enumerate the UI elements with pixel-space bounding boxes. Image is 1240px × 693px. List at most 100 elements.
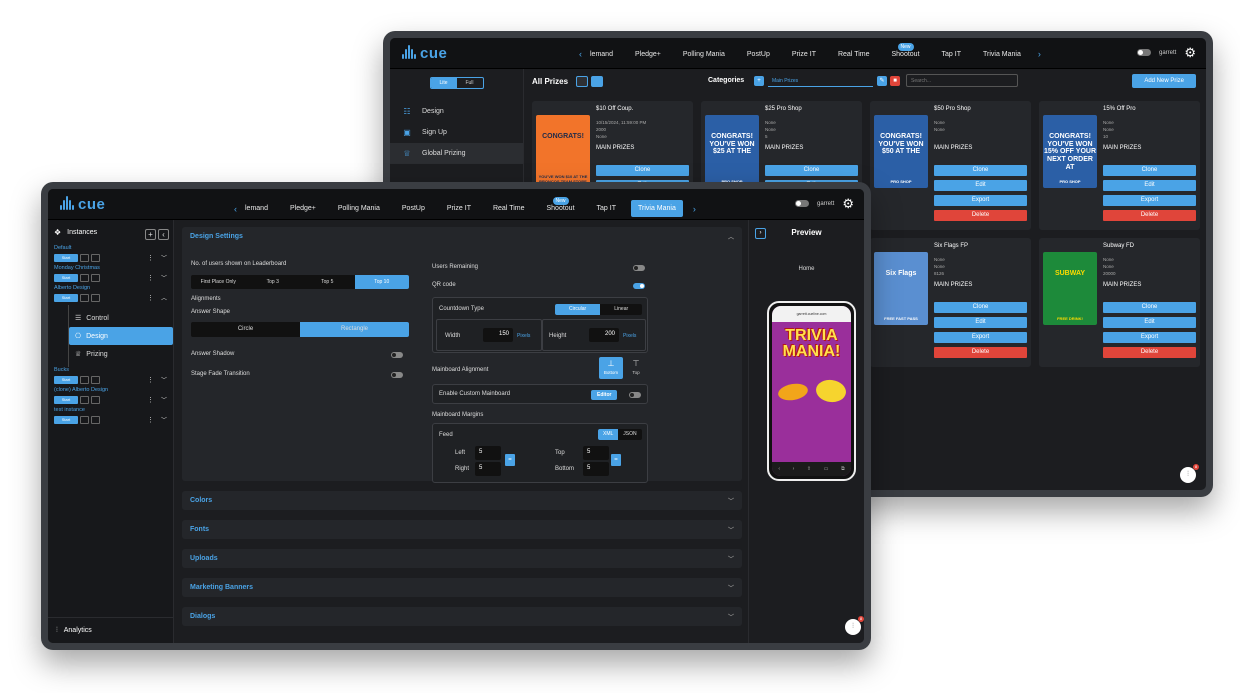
more-icon[interactable]: ⋮ (147, 254, 154, 262)
edit-button[interactable]: Edit (934, 180, 1027, 191)
gear-icon[interactable]: ⚙ (842, 197, 854, 210)
prize-card[interactable]: CONGRATS! YOU'VE WON 15% OFF YOUR NEXT O… (1039, 101, 1200, 230)
start-button[interactable]: Start (54, 415, 78, 424)
instance-item[interactable]: test instance Start ⋮ ﹀ (48, 407, 173, 424)
instance-name[interactable]: test instance (54, 407, 167, 413)
qr-icon[interactable] (80, 375, 89, 384)
qr-icon[interactable] (80, 293, 89, 302)
format-option-xml[interactable]: XML (598, 429, 619, 440)
category-select[interactable]: Main Prizes (768, 75, 873, 87)
clone-button[interactable]: Clone (1103, 302, 1196, 313)
chevron-up-icon[interactable]: ︿ (161, 293, 167, 302)
theme-toggle[interactable] (795, 200, 809, 207)
right-input[interactable]: 5 (475, 462, 501, 476)
qr-code-toggle[interactable] (633, 283, 645, 289)
edit-category-icon[interactable]: ✎ (877, 76, 887, 86)
edit-button[interactable]: Edit (934, 317, 1027, 328)
sidebar-item-analytics[interactable]: ⫶ Analytics (48, 617, 173, 643)
view-lite-button[interactable]: Lite (430, 78, 457, 88)
nav-item-polling-mania[interactable]: Polling Mania (327, 205, 391, 212)
help-fab-button[interactable]: ⫶ 8 (845, 616, 864, 635)
grid-view-icon[interactable] (591, 76, 603, 87)
nav-item-lemand[interactable]: lemand (243, 205, 279, 212)
nav-item-real-time[interactable]: Real Time (827, 51, 881, 58)
qr-icon[interactable] (80, 253, 89, 262)
instance-name[interactable]: Alberto Design (54, 285, 167, 291)
chevron-down-icon[interactable]: ﹀ (161, 375, 167, 384)
nav-item-lemand[interactable]: lemand (588, 51, 624, 58)
start-button[interactable]: Start (54, 293, 78, 302)
subnav-item-prizing[interactable]: ♕ Prizing (69, 345, 173, 363)
edit-button[interactable]: Edit (1103, 317, 1196, 328)
more-icon[interactable]: ⋮ (147, 376, 154, 384)
nav-item-shootout[interactable]: Shootout New (536, 197, 586, 212)
link-horizontal-icon[interactable]: = (505, 454, 515, 466)
height-input[interactable]: 200 (589, 328, 619, 342)
view-full-button[interactable]: Full (457, 78, 483, 88)
copy-icon[interactable] (91, 273, 100, 282)
leaderboard-option-top3[interactable]: Top 3 (246, 275, 301, 289)
add-new-prize-button[interactable]: Add New Prize (1132, 74, 1196, 88)
username[interactable]: garrett (817, 201, 834, 207)
delete-button[interactable]: Delete (1103, 210, 1196, 221)
left-input[interactable]: 5 (475, 446, 501, 460)
gear-icon[interactable]: ⚙ (1184, 46, 1196, 59)
align-bottom-button[interactable]: ⊥ Bottom (599, 357, 623, 379)
nav-item-postup[interactable]: PostUp (391, 205, 436, 212)
instance-name[interactable]: (clone) Alberto Design (54, 387, 167, 393)
delete-category-icon[interactable]: ■ (890, 76, 900, 86)
countdown-option-circular[interactable]: Circular (555, 304, 601, 315)
answer-shadow-toggle[interactable] (391, 352, 403, 358)
clone-button[interactable]: Clone (1103, 165, 1196, 176)
nav-item-pledge[interactable]: Pledge+ (279, 205, 327, 212)
nav-next-arrow[interactable]: › (687, 204, 702, 214)
stage-fade-toggle[interactable] (391, 372, 403, 378)
add-category-icon[interactable]: + (754, 76, 764, 86)
chevron-down-icon[interactable]: ﹀ (161, 395, 167, 404)
instance-item[interactable]: Alberto Design Start ⋮ ︿ (48, 285, 173, 302)
shape-option-circle[interactable]: Circle (191, 322, 300, 337)
nav-next-arrow[interactable]: › (1032, 49, 1047, 59)
start-button[interactable]: Start (54, 375, 78, 384)
start-button[interactable]: Start (54, 253, 78, 262)
instance-name[interactable]: Bucks (54, 367, 167, 373)
clone-button[interactable]: Clone (596, 165, 689, 176)
leaderboard-option-top5[interactable]: Top 5 (300, 275, 355, 289)
section-marketing-banners[interactable]: Marketing Banners ﹀ (182, 578, 742, 597)
more-icon[interactable]: ⋮ (147, 416, 154, 424)
design-settings-header[interactable]: Design Settings ︿ (182, 227, 742, 246)
clone-button[interactable]: Clone (934, 302, 1027, 313)
start-button[interactable]: Start (54, 273, 78, 282)
search-input[interactable]: Search... (906, 74, 1018, 87)
bottom-input[interactable]: 5 (583, 462, 609, 476)
qr-icon[interactable] (80, 395, 89, 404)
prize-card[interactable]: Six Flags FREE FAST PASS Six Flags FP None N… (870, 238, 1031, 367)
copy-icon[interactable] (91, 253, 100, 262)
section-dialogs[interactable]: Dialogs ﹀ (182, 607, 742, 626)
nav-item-tap-it[interactable]: Tap IT (586, 205, 627, 212)
format-option-json[interactable]: JSON (618, 429, 641, 440)
leaderboard-option-first[interactable]: First Place Only (191, 275, 246, 289)
clone-button[interactable]: Clone (765, 165, 858, 176)
export-button[interactable]: Export (934, 332, 1027, 343)
sidebar-item-sign-up[interactable]: ▣ Sign Up (390, 122, 523, 143)
nav-item-trivia-mania[interactable]: Trivia Mania (972, 51, 1032, 58)
nav-item-real-time[interactable]: Real Time (482, 205, 536, 212)
more-icon[interactable]: ⋮ (147, 274, 154, 282)
instance-name[interactable]: Default (54, 245, 167, 251)
link-vertical-icon[interactable]: = (611, 454, 621, 466)
instance-item[interactable]: Default Start ⋮ ﹀ (48, 245, 173, 262)
copy-icon[interactable] (91, 395, 100, 404)
nav-item-prize-it[interactable]: Prize IT (781, 51, 827, 58)
nav-item-pledge[interactable]: Pledge+ (624, 51, 672, 58)
sidebar-item-design[interactable]: ☷ Design (390, 101, 523, 122)
nav-item-prize-it[interactable]: Prize IT (436, 205, 482, 212)
nav-prev-arrow[interactable]: ‹ (573, 49, 588, 59)
shape-option-rectangle[interactable]: Rectangle (300, 322, 409, 337)
prize-card[interactable]: SUBWAY FREE DRINK! Subway FD None None 20000 M… (1039, 238, 1200, 367)
delete-button[interactable]: Delete (934, 347, 1027, 358)
instance-item[interactable]: Monday Christmas Start ⋮ ﹀ (48, 265, 173, 282)
countdown-option-linear[interactable]: Linear (600, 304, 642, 315)
username[interactable]: garrett (1159, 50, 1176, 56)
prize-card[interactable]: CONGRATS! YOU'VE WON $50 AT THE PRO SHOP $… (870, 101, 1031, 230)
